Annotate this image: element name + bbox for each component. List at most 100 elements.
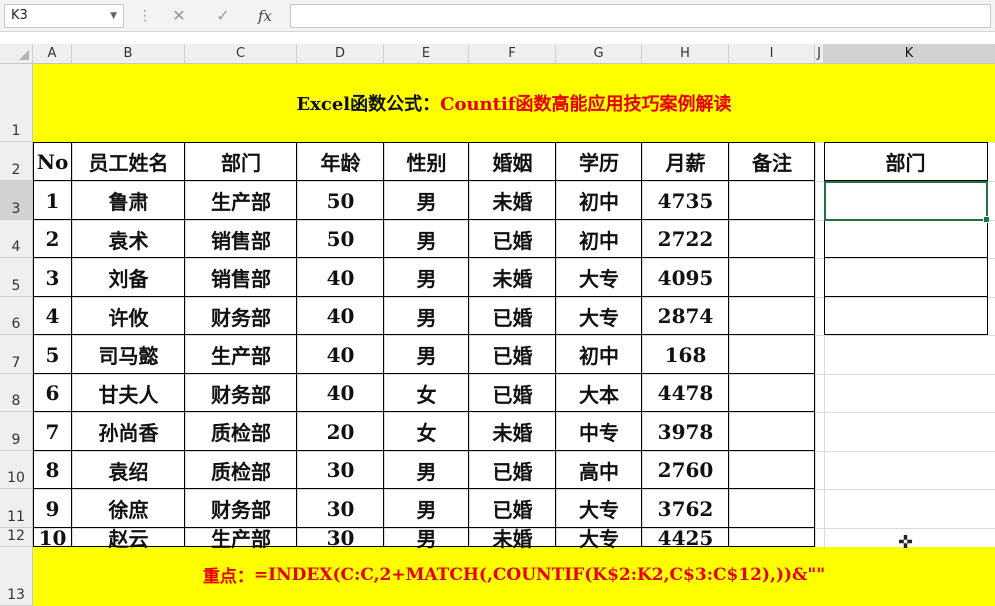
table-cell[interactable]: 3978 [642,412,729,451]
table-cell[interactable]: 袁绍 [72,451,185,489]
table-cell[interactable]: 50 [297,181,384,220]
title-cell[interactable]: Excel函数公式： Countif函数高能应用技巧案例解读 [33,64,995,142]
table-cell[interactable]: 已婚 [469,297,556,335]
table-cell[interactable]: 30 [297,526,384,550]
column-header-e[interactable]: E [384,44,469,64]
table-cell[interactable] [729,451,815,489]
table-cell[interactable]: 女 [384,412,469,451]
table-cell[interactable]: 鲁肃 [72,181,185,220]
table-cell[interactable]: 40 [297,297,384,335]
table-cell[interactable]: 已婚 [469,451,556,489]
table-cell[interactable]: 4095 [642,258,729,297]
select-all-corner[interactable] [0,44,33,64]
table-header-cell[interactable]: 婚姻 [469,142,556,181]
table-cell[interactable]: 7 [33,412,72,451]
table-cell[interactable]: 未婚 [469,527,556,551]
table-cell[interactable]: 初中 [556,181,642,220]
row-header-9[interactable]: 9 [0,412,33,451]
table-cell[interactable]: 40 [297,258,384,297]
table-cell[interactable]: 2874 [642,297,729,335]
table-cell[interactable]: 未婚 [469,181,556,220]
table-cell[interactable]: 生产部 [185,181,297,220]
table-cell[interactable]: 男 [384,258,469,297]
table-cell[interactable]: 2760 [642,451,729,489]
table-cell[interactable]: 生产部 [185,335,297,374]
insert-function-icon[interactable]: fx [252,4,278,28]
table-header-cell[interactable]: 学历 [556,142,642,181]
table-cell[interactable]: 男 [384,181,469,220]
table-cell[interactable]: 3762 [642,489,729,528]
table-cell[interactable]: 10 [33,526,72,550]
enter-check-icon[interactable]: ✓ [210,4,236,28]
table-cell[interactable] [729,412,815,451]
row-header-8[interactable]: 8 [0,374,33,412]
table-cell[interactable]: 初中 [556,220,642,258]
row-header-4[interactable]: 4 [0,220,33,258]
table-cell[interactable]: 男 [384,527,469,551]
table-cell[interactable]: 刘备 [72,258,185,297]
table-cell[interactable]: 8 [33,451,72,489]
table-cell[interactable]: 销售部 [185,258,297,297]
table-header-cell[interactable]: 月薪 [642,142,729,181]
table-cell[interactable]: 40 [297,374,384,412]
row-header-11[interactable]: 11 [0,489,33,528]
column-header-d[interactable]: D [297,44,384,64]
table-cell[interactable]: 4478 [642,374,729,412]
table-cell[interactable]: 168 [642,335,729,374]
table-cell[interactable]: 2722 [642,220,729,258]
table-cell[interactable]: 未婚 [469,412,556,451]
column-header-b[interactable]: B [72,44,185,64]
column-header-f[interactable]: F [469,44,556,64]
table-header-cell[interactable]: 年龄 [297,142,384,181]
table-cell[interactable]: 甘夫人 [72,374,185,412]
table-header-cell[interactable]: 部门 [185,142,297,181]
table-cell[interactable]: 4425 [642,526,729,550]
row-header-10[interactable]: 10 [0,451,33,489]
name-box[interactable]: K3 ▼ [4,4,124,28]
side-header-cell[interactable]: 部门 [824,142,987,181]
table-cell[interactable]: 质检部 [185,451,297,489]
table-cell[interactable]: 销售部 [185,220,297,258]
table-cell[interactable]: 女 [384,374,469,412]
table-cell[interactable]: 4735 [642,181,729,220]
spreadsheet-grid[interactable]: A B C D E F G H I J K 1 2 3 4 5 6 7 8 9 10 11 12 13 Excel函数公式： … [0,44,995,606]
table-cell[interactable] [729,181,815,220]
table-cell[interactable] [729,528,815,547]
table-cell[interactable] [729,489,815,528]
table-header-cell[interactable]: 备注 [729,142,815,181]
column-header-k[interactable]: K [824,44,995,64]
side-cell[interactable] [824,220,987,258]
table-cell[interactable]: 6 [33,374,72,412]
table-cell[interactable]: 大本 [556,374,642,412]
table-cell[interactable]: 30 [297,451,384,489]
table-cell[interactable]: 许攸 [72,297,185,335]
table-cell[interactable]: 5 [33,335,72,374]
table-cell[interactable]: 已婚 [469,374,556,412]
table-cell[interactable]: 男 [384,297,469,335]
table-cell[interactable]: 袁术 [72,220,185,258]
table-cell[interactable]: 3 [33,258,72,297]
column-header-g[interactable]: G [556,44,642,64]
table-cell[interactable]: 已婚 [469,220,556,258]
table-cell[interactable]: 50 [297,220,384,258]
column-header-j[interactable]: J [815,44,824,64]
table-cell[interactable]: 赵云 [72,527,185,551]
table-cell[interactable]: 初中 [556,335,642,374]
table-cell[interactable]: 孙尚香 [72,412,185,451]
table-cell[interactable] [729,258,815,297]
table-header-cell[interactable]: No [33,142,72,181]
row-header-7[interactable]: 7 [0,335,33,374]
table-cell[interactable]: 已婚 [469,335,556,374]
column-header-c[interactable]: C [185,44,297,64]
table-cell[interactable]: 生产部 [185,527,297,551]
side-cell[interactable] [824,258,987,297]
table-cell[interactable]: 大专 [556,297,642,335]
table-cell[interactable] [729,374,815,412]
table-cell[interactable] [729,297,815,335]
table-cell[interactable]: 司马懿 [72,335,185,374]
table-cell[interactable]: 9 [33,489,72,528]
table-cell[interactable]: 4 [33,297,72,335]
row-header-12[interactable]: 12 [0,528,33,547]
table-cell[interactable]: 大专 [556,258,642,297]
name-box-dropdown-icon[interactable]: ▼ [110,5,117,27]
